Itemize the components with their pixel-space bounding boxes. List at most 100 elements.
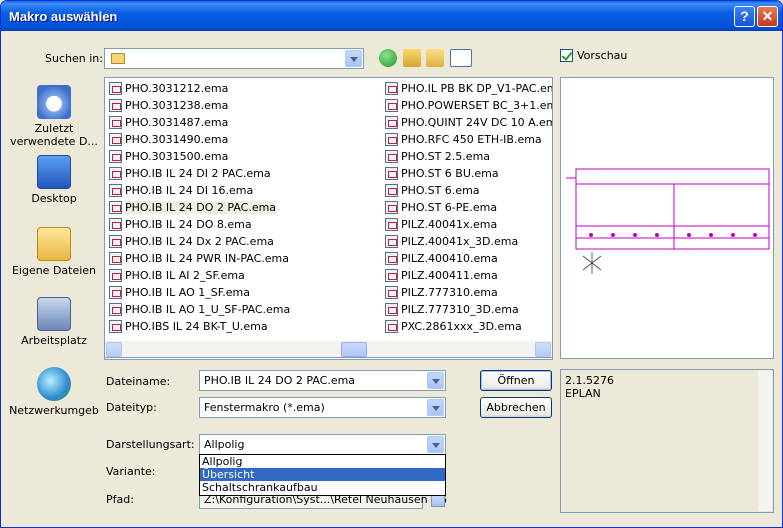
preview-pane [560,77,774,359]
display-value: Allpolig [204,438,245,451]
filename-combo[interactable]: PHO.IB IL 24 DO 2 PAC.ema [199,370,446,391]
file-item[interactable]: PHO.IB IL 24 DI 2 PAC.ema [107,165,290,182]
file-item[interactable]: PHO.3031487.ema [107,114,290,131]
macro-file-icon [109,184,122,197]
file-item[interactable]: PILZ.777310_3D.ema [383,301,552,318]
macro-file-icon [385,218,398,231]
file-item[interactable]: PILZ.40041x_3D.ema [383,233,552,250]
file-name: PHO.RFC 450 ETH-IB.ema [401,133,542,146]
macro-info-box: 2.1.5276 EPLAN [560,369,774,513]
file-item[interactable]: PILZ.400410.ema [383,250,552,267]
horizontal-scrollbar[interactable] [104,341,553,358]
file-item[interactable]: PHO.3031490.ema [107,131,290,148]
file-name: PILZ.777310.ema [401,286,498,299]
file-name: PHO.IB IL AO 1_SF.ema [125,286,251,299]
chevron-down-icon[interactable] [427,399,444,416]
file-item[interactable]: PHO.IB IL 24 DI 16.ema [107,182,290,199]
folder-icon [111,53,125,64]
file-name: PHO.3031487.ema [125,116,229,129]
macro-file-icon [109,286,122,299]
file-name: PHO.ST 6-PE.ema [401,201,498,214]
file-name: PHO.IB IL 24 DI 16.ema [125,184,254,197]
place-my-documents[interactable]: Eigene Dateien [9,227,99,277]
scroll-thumb[interactable] [341,342,367,357]
macro-file-icon [109,252,122,265]
view-menu-icon[interactable] [450,49,472,67]
file-item[interactable]: PHO.IB IL AI 2_SF.ema [107,267,290,284]
dropdown-option-uebersicht[interactable]: Übersicht [200,468,445,481]
file-name: PHO.ST 6.ema [401,184,480,197]
preview-label: Vorschau [577,49,628,62]
macro-file-icon [385,303,398,316]
file-item[interactable]: PHO.IB IL 24 Dx 2 PAC.ema [107,233,290,250]
macro-file-icon [385,184,398,197]
file-item[interactable]: PHO.IB IL 24 PWR IN-PAC.ema [107,250,290,267]
chevron-down-icon[interactable] [345,50,362,67]
file-item[interactable]: PHO.IB IL AO 1_U_SF-PAC.ema [107,301,290,318]
macro-file-icon [385,82,398,95]
title-bar[interactable]: Makro auswählen ? ✕ [1,1,782,31]
back-icon[interactable] [379,49,397,67]
scroll-left-icon[interactable] [106,342,122,357]
network-icon [37,367,71,401]
new-folder-icon[interactable] [426,49,444,67]
display-dropdown-list[interactable]: Allpolig Übersicht Schaltschrankaufbau [199,454,446,496]
scroll-right-icon[interactable] [535,342,551,357]
file-item[interactable]: PHO.ST 6.ema [383,182,552,199]
file-name: PHO.3031490.ema [125,133,229,146]
file-item[interactable]: PHO.3031212.ema [107,80,290,97]
macro-file-icon [385,286,398,299]
file-item[interactable]: PHO.RFC 450 ETH-IB.ema [383,131,552,148]
macro-file-icon [385,269,398,282]
file-item[interactable]: PHO.ST 2.5.ema [383,148,552,165]
file-name: PILZ.400410.ema [401,252,498,265]
recent-icon [37,85,71,119]
file-name: PHO.3031500.ema [125,150,229,163]
file-item[interactable]: PILZ.40041x.ema [383,216,552,233]
macro-file-icon [385,235,398,248]
file-item[interactable]: PHO.3031500.ema [107,148,290,165]
macro-select-dialog: Makro auswählen ? ✕ Suchen in: Vorschau … [0,0,783,528]
macro-file-icon [385,201,398,214]
open-button[interactable]: Öffnen [480,370,552,391]
file-item[interactable]: PHO.ST 6 BU.ema [383,165,552,182]
filetype-combo[interactable]: Fenstermakro (*.ema) [199,397,446,418]
place-desktop-label: Desktop [31,192,77,205]
file-item[interactable]: PHO.IB IL AO 1_SF.ema [107,284,290,301]
place-my-computer[interactable]: Arbeitsplatz [9,297,99,347]
filetype-value: Fenstermakro (*.ema) [204,401,325,414]
chevron-down-icon[interactable] [427,372,444,389]
file-item[interactable]: PILZ.400411.ema [383,267,552,284]
chevron-down-icon[interactable] [427,436,444,453]
file-item[interactable]: PHO.3031238.ema [107,97,290,114]
dropdown-option-schaltschrankaufbau[interactable]: Schaltschrankaufbau [200,481,445,494]
place-desktop[interactable]: Desktop [9,155,99,205]
file-item[interactable]: PHO.IL PB BK DP_V1-PAC.ema [383,80,553,97]
place-network[interactable]: Netzwerkumgeb [9,367,99,417]
file-item[interactable]: PHO.IB IL 24 DO 8.ema [107,216,290,233]
info-scrollbar[interactable] [758,371,772,511]
file-name: PHO.IL PB BK DP_V1-PAC.ema [401,82,553,95]
dropdown-option-allpolig[interactable]: Allpolig [200,455,445,468]
file-item[interactable]: PILZ.777310.ema [383,284,552,301]
lookin-combo[interactable] [104,48,364,69]
file-name: PILZ.40041x_3D.ema [401,235,519,248]
file-item[interactable]: PHO.IBS IL 24 BK-T_U.ema [107,318,290,335]
filename-label: Dateiname: [106,375,171,388]
file-list[interactable]: PHO.3031212.ema PHO.3031238.ema PHO.303148… [104,77,553,360]
macro-file-icon [385,320,398,333]
display-combo[interactable]: Allpolig [199,434,446,455]
file-item[interactable]: PHO.POWERSET BC_3+1.ema [383,97,552,114]
close-button[interactable]: ✕ [757,6,778,27]
macro-file-icon [385,99,398,112]
up-folder-icon[interactable] [403,49,421,67]
preview-checkbox[interactable] [560,49,573,62]
file-item[interactable]: PHO.QUINT 24V DC 10 A.ema [383,114,552,131]
file-item[interactable]: PXC.2861xxx_3D.ema [383,318,552,335]
cancel-button[interactable]: Abbrechen [480,397,552,418]
file-item[interactable]: PHO.ST 6-PE.ema [383,199,552,216]
help-button[interactable]: ? [734,6,755,27]
file-item[interactable]: PHO.IB IL 24 DO 2 PAC.ema [107,199,290,216]
place-recent[interactable]: Zuletzt verwendete D... [9,85,99,148]
file-name: PHO.ST 6 BU.ema [401,167,499,180]
